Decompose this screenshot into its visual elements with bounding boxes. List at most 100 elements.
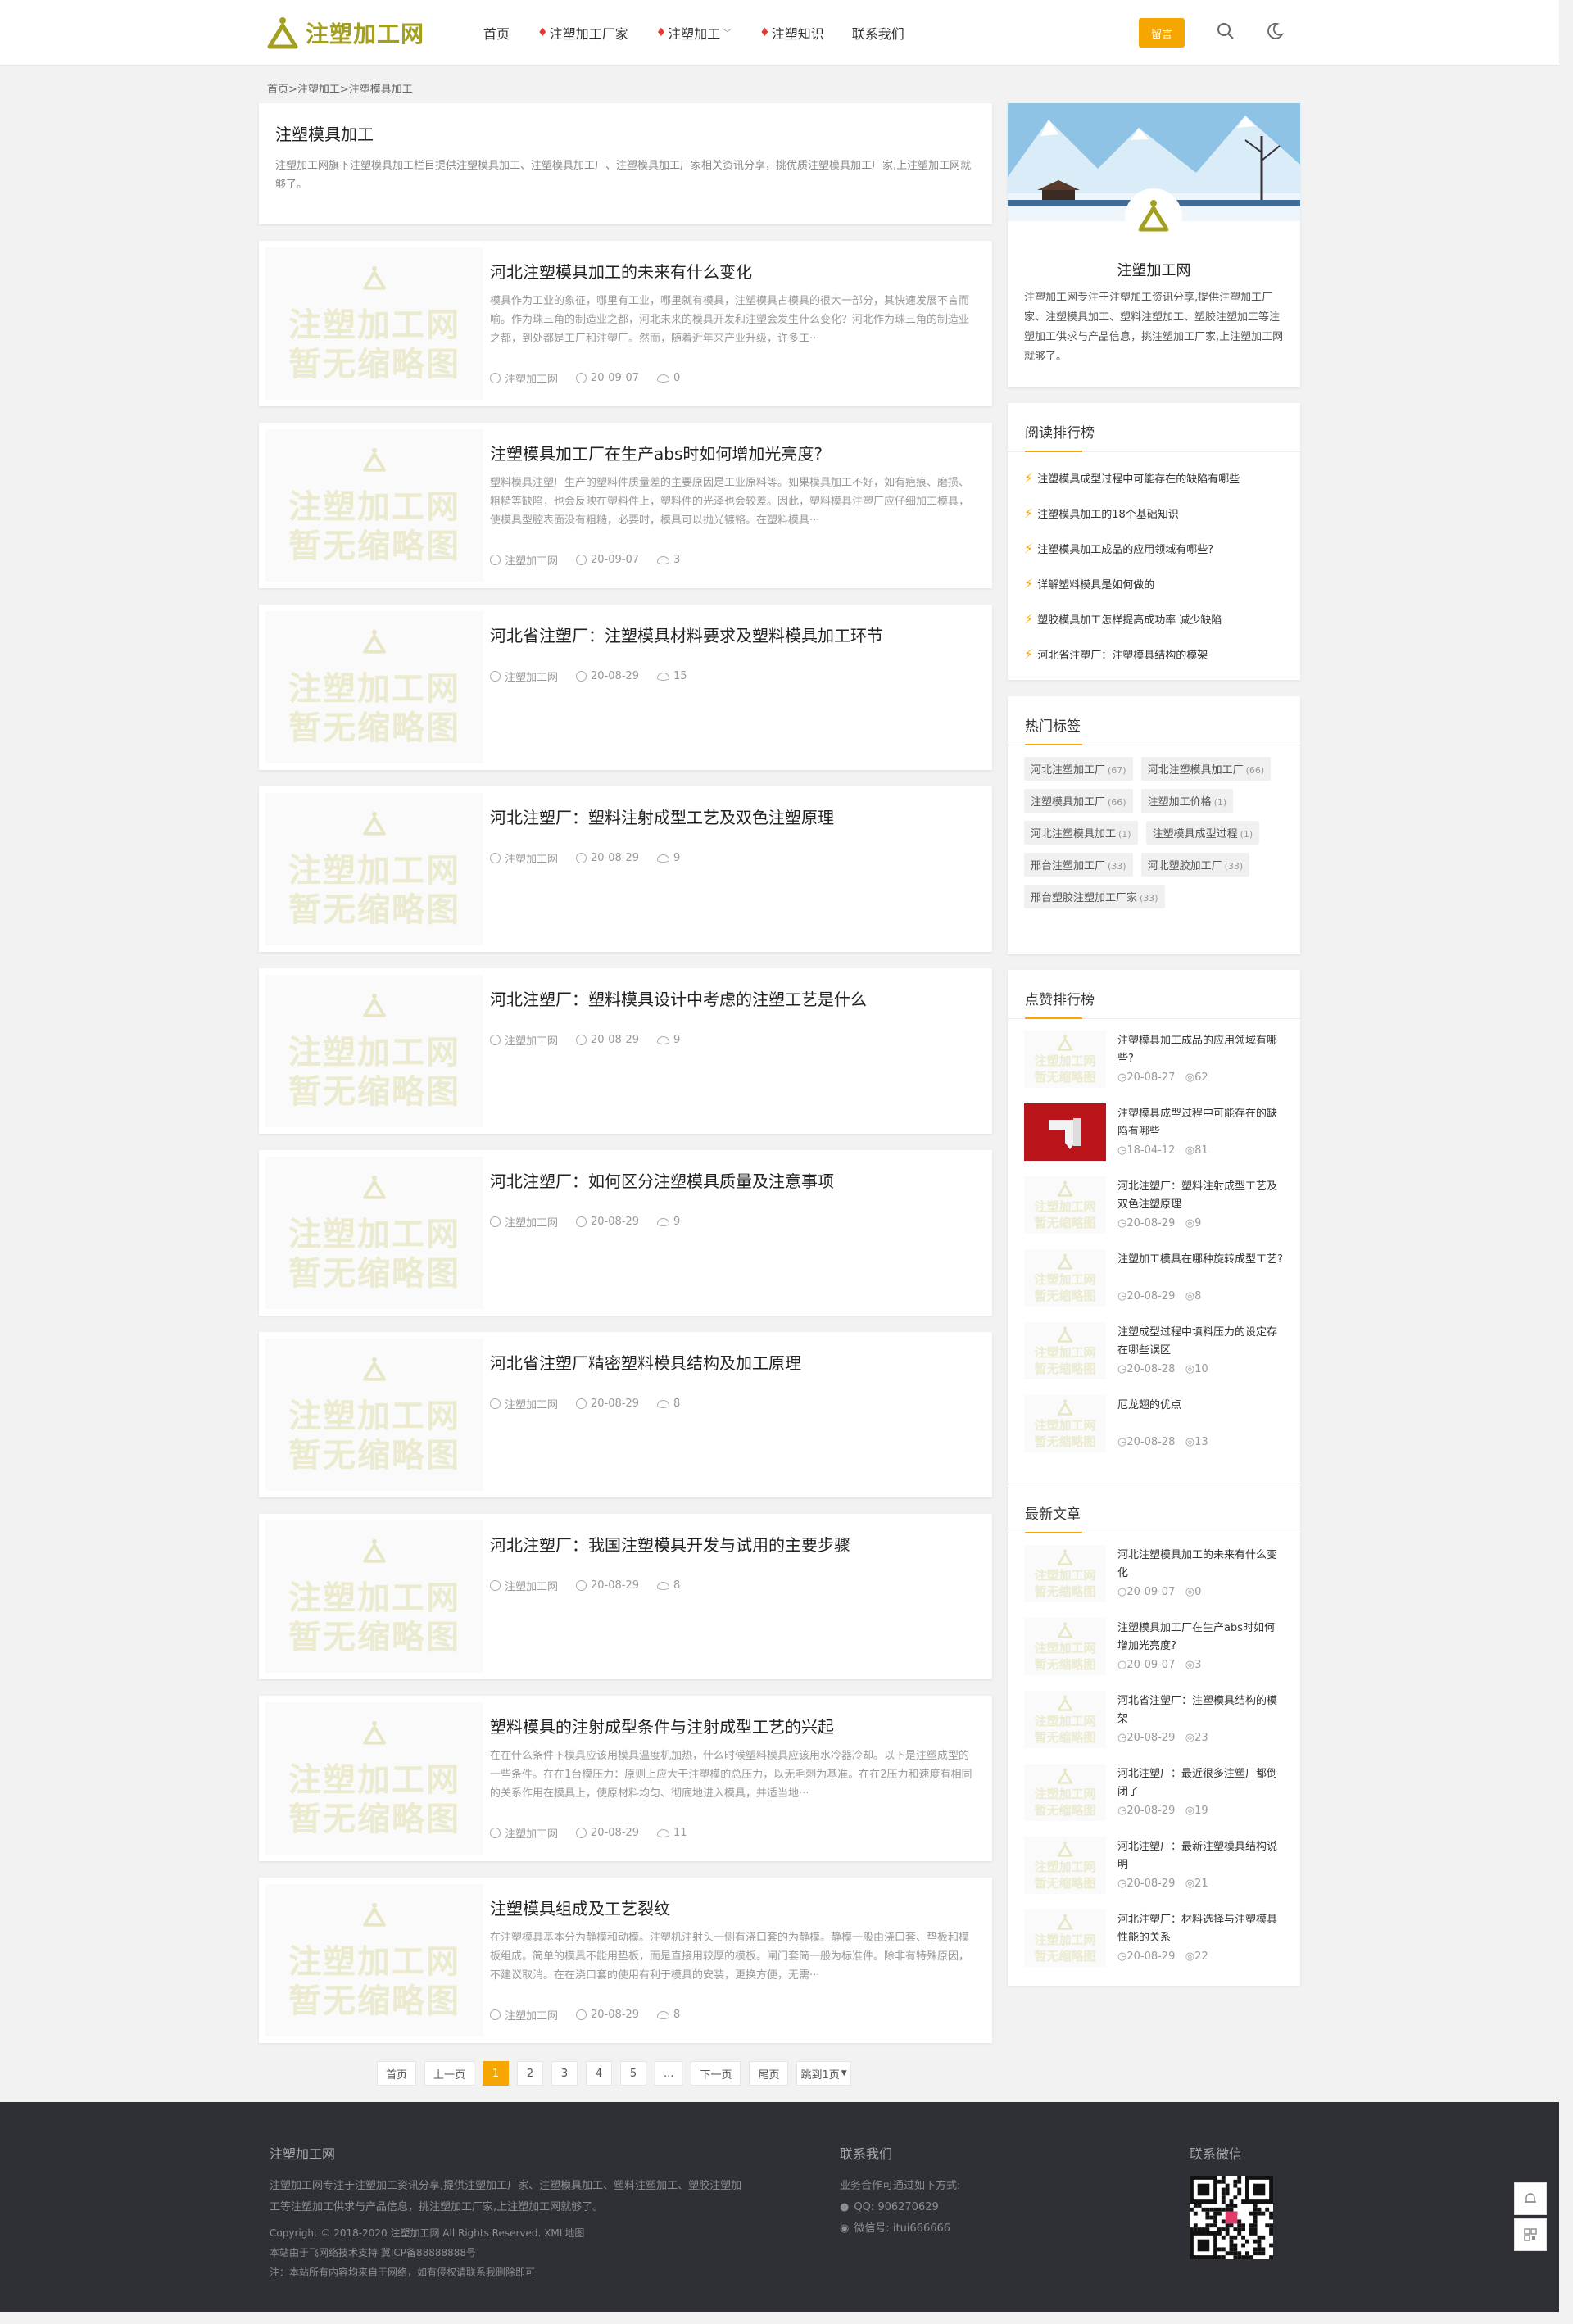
mini-post-title[interactable]: 注塑模具加工厂在生产abs时如何增加光亮度? — [1117, 1620, 1285, 1656]
mini-post-title[interactable]: 注塑模具加工成品的应用领域有哪些? — [1117, 1032, 1285, 1068]
page-number[interactable]: 3 — [551, 2061, 578, 2086]
post-title[interactable]: 注塑模具组成及工艺裂纹 — [490, 1896, 973, 1919]
post-thumbnail[interactable]: 注塑加工网 暂无缩略图 — [1024, 1618, 1106, 1675]
moon-icon[interactable] — [1263, 20, 1286, 43]
mini-post-title[interactable]: 注塑加工模具在哪种旋转成型工艺? — [1117, 1251, 1285, 1287]
nav-home[interactable]: 首页 — [483, 23, 510, 43]
post-author[interactable]: 注塑加工网 — [490, 850, 558, 866]
post-thumbnail[interactable]: 注塑加工网 暂无缩略图 — [1024, 1909, 1106, 1967]
tag-chip[interactable]: 河北注塑模具加工厂 (66) — [1140, 757, 1272, 781]
post-card[interactable]: 注塑加工网 暂无缩略图 河北省注塑厂精密塑料模具结构及加工原理 注塑加工网 20-08-… — [259, 1332, 992, 1497]
post-card[interactable]: 注塑加工网 暂无缩略图 塑料模具的注射成型条件与注射成型工艺的兴起 在在什么条件下模具… — [259, 1696, 992, 1861]
post-thumbnail[interactable]: 注塑加工网 暂无缩略图 — [265, 1339, 483, 1491]
tag-chip[interactable]: 注塑模具加工厂 (66) — [1024, 789, 1133, 813]
post-thumbnail[interactable] — [1024, 1103, 1106, 1161]
post-thumbnail[interactable]: 注塑加工网 暂无缩略图 — [1024, 1691, 1106, 1748]
page-jump-select[interactable]: 跳到1页 ▼ — [796, 2061, 851, 2086]
rank-item[interactable]: ⚡ 注塑模具加工的18个基础知识 — [1024, 496, 1284, 531]
mini-post-title[interactable]: 河北注塑模具加工的未来有什么变化 — [1117, 1547, 1285, 1583]
post-author[interactable]: 注塑加工网 — [490, 1396, 558, 1411]
mini-post[interactable]: 注塑模具成型过程中可能存在的缺陷有哪些 ◷18-04-12 ◎81 — [1024, 1103, 1284, 1176]
post-thumbnail[interactable]: 注塑加工网 暂无缩略图 — [1024, 1249, 1106, 1307]
rank-item[interactable]: ⚡ 塑胶模具加工怎样提高成功率 减少缺陷 — [1024, 601, 1284, 636]
post-thumbnail[interactable]: 注塑加工网 暂无缩略图 — [1024, 1764, 1106, 1821]
nav-processing[interactable]: ♦ 注塑加工 ﹀ — [656, 23, 732, 43]
mini-post[interactable]: 注塑加工网 暂无缩略图 河北注塑厂：最新注塑模具结构说明 ◷20-08-29 ◎21 — [1024, 1837, 1284, 1909]
tag-chip[interactable]: 河北塑胶加工厂 (33) — [1140, 853, 1250, 877]
post-title[interactable]: 河北省注塑厂精密塑料模具结构及加工原理 — [490, 1350, 973, 1374]
post-card[interactable]: 注塑加工网 暂无缩略图 河北省注塑厂：注塑模具材料要求及塑料模具加工环节 注塑加工网 2… — [259, 605, 992, 770]
post-author[interactable]: 注塑加工网 — [490, 1214, 558, 1230]
page-number[interactable]: 1 — [483, 2061, 510, 2086]
post-thumbnail[interactable]: 注塑加工网 暂无缩略图 — [265, 247, 483, 400]
mini-post[interactable]: 注塑加工网 暂无缩略图 河北注塑厂：塑料注射成型工艺及双色注塑原理 ◷20-08-29… — [1024, 1176, 1284, 1249]
post-author[interactable]: 注塑加工网 — [490, 668, 558, 684]
page-number[interactable]: 2 — [517, 2061, 544, 2086]
mini-post-title[interactable]: 河北注塑厂：最近很多注塑厂都倒闭了 — [1117, 1765, 1285, 1801]
breadcrumb[interactable]: 首页>注塑加工>注塑模具加工 — [267, 80, 413, 96]
mini-post[interactable]: 注塑加工网 暂无缩略图 河北注塑模具加工的未来有什么变化 ◷20-09-07 ◎0 — [1024, 1545, 1284, 1618]
tag-chip[interactable]: 邢台注塑加工厂 (33) — [1024, 853, 1133, 877]
qr-code-button[interactable] — [1514, 2218, 1547, 2251]
post-thumbnail[interactable]: 注塑加工网 暂无缩略图 — [1024, 1322, 1106, 1379]
post-title[interactable]: 河北注塑厂：如何区分注塑模具质量及注意事项 — [490, 1168, 973, 1192]
post-thumbnail[interactable]: 注塑加工网 暂无缩略图 — [1024, 1837, 1106, 1894]
post-author[interactable]: 注塑加工网 — [490, 552, 558, 568]
page-prev[interactable]: 上一页 — [424, 2061, 475, 2086]
post-thumbnail[interactable]: 注塑加工网 暂无缩略图 — [265, 611, 483, 763]
post-card[interactable]: 注塑加工网 暂无缩略图 注塑模具加工厂在生产abs时如何增加光亮度? 塑料模具注塑厂生… — [259, 423, 992, 588]
tag-chip[interactable]: 河北注塑模具加工 (1) — [1024, 821, 1138, 845]
rank-item[interactable]: ⚡ 详解塑料模具是如何做的 — [1024, 566, 1284, 601]
rank-item[interactable]: ⚡ 河北省注塑厂：注塑模具结构的模架 — [1024, 636, 1284, 672]
mini-post[interactable]: 注塑加工网 暂无缩略图 注塑加工模具在哪种旋转成型工艺? ◷20-08-29 ◎8 — [1024, 1249, 1284, 1322]
footer-qq[interactable]: ● QQ: 906270629 — [840, 2197, 939, 2218]
nav-contact[interactable]: 联系我们 — [852, 23, 904, 43]
post-card[interactable]: 注塑加工网 暂无缩略图 河北注塑厂：塑料模具设计中考虑的注塑工艺是什么 注塑加工网 20… — [259, 968, 992, 1134]
mini-post-title[interactable]: 厄龙翅的优点 — [1117, 1397, 1285, 1433]
post-title[interactable]: 注塑模具加工厂在生产abs时如何增加光亮度? — [490, 441, 973, 464]
mini-post[interactable]: 注塑加工网 暂无缩略图 河北注塑厂：材料选择与注塑模具性能的关系 ◷20-08-29 … — [1024, 1909, 1284, 1982]
post-card[interactable]: 注塑加工网 暂无缩略图 河北注塑模具加工的未来有什么变化 模具作为工业的象征，哪里有工… — [259, 241, 992, 406]
post-author[interactable]: 注塑加工网 — [490, 1578, 558, 1593]
footer-wechat[interactable]: ◉ 微信号: itui666666 — [840, 2218, 950, 2240]
nav-factory[interactable]: ♦ 注塑加工厂家 — [537, 23, 628, 43]
post-thumbnail[interactable]: 注塑加工网 暂无缩略图 — [1024, 1395, 1106, 1452]
post-author[interactable]: 注塑加工网 — [490, 2007, 558, 2023]
post-title[interactable]: 河北省注塑厂：注塑模具材料要求及塑料模具加工环节 — [490, 623, 973, 646]
post-author[interactable]: 注塑加工网 — [490, 370, 558, 386]
mini-post[interactable]: 注塑加工网 暂无缩略图 河北注塑厂：最近很多注塑厂都倒闭了 ◷20-08-29 ◎19 — [1024, 1764, 1284, 1837]
post-thumbnail[interactable]: 注塑加工网 暂无缩略图 — [1024, 1545, 1106, 1602]
post-thumbnail[interactable]: 注塑加工网 暂无缩略图 — [265, 1157, 483, 1309]
post-card[interactable]: 注塑加工网 暂无缩略图 注塑模具组成及工艺裂纹 在注塑模具基本分为静模和动模。注塑机注… — [259, 1878, 992, 2043]
post-thumbnail[interactable]: 注塑加工网 暂无缩略图 — [265, 1702, 483, 1855]
feedback-button[interactable] — [1514, 2182, 1547, 2215]
tag-chip[interactable]: 注塑模具成型过程 (1) — [1145, 821, 1260, 845]
post-author[interactable]: 注塑加工网 — [490, 1032, 558, 1048]
post-thumbnail[interactable]: 注塑加工网 暂无缩略图 — [265, 1884, 483, 2036]
page-number[interactable]: 4 — [586, 2061, 613, 2086]
mini-post[interactable]: 注塑加工网 暂无缩略图 注塑模具加工厂在生产abs时如何增加光亮度? ◷20-09-0… — [1024, 1618, 1284, 1691]
mini-post-title[interactable]: 河北注塑厂：最新注塑模具结构说明 — [1117, 1838, 1285, 1874]
post-title[interactable]: 河北注塑厂：塑料模具设计中考虑的注塑工艺是什么 — [490, 986, 973, 1010]
page-first[interactable]: 首页 — [377, 2061, 417, 2086]
post-title[interactable]: 河北注塑厂：塑料注射成型工艺及双色注塑原理 — [490, 804, 973, 828]
post-title[interactable]: 河北注塑厂：我国注塑模具开发与试用的主要步骤 — [490, 1532, 973, 1556]
mini-post[interactable]: 注塑加工网 暂无缩略图 注塑成型过程中填料压力的设定存在哪些误区 ◷20-08-28 … — [1024, 1322, 1284, 1395]
post-title[interactable]: 塑料模具的注射成型条件与注射成型工艺的兴起 — [490, 1714, 973, 1737]
site-logo[interactable]: 注塑加工网 — [266, 15, 424, 51]
post-thumbnail[interactable]: 注塑加工网 暂无缩略图 — [265, 1520, 483, 1673]
post-thumbnail[interactable]: 注塑加工网 暂无缩略图 — [265, 429, 483, 582]
post-thumbnail[interactable]: 注塑加工网 暂无缩略图 — [265, 793, 483, 945]
mini-post-title[interactable]: 河北省注塑厂：注塑模具结构的模架 — [1117, 1692, 1285, 1728]
search-icon[interactable] — [1214, 20, 1237, 43]
post-thumbnail[interactable]: 注塑加工网 暂无缩略图 — [1024, 1031, 1106, 1088]
page-number[interactable]: 5 — [620, 2061, 647, 2086]
post-title[interactable]: 河北注塑模具加工的未来有什么变化 — [490, 259, 973, 283]
rank-item[interactable]: ⚡ 注塑模具加工成品的应用领域有哪些? — [1024, 531, 1284, 566]
mini-post-title[interactable]: 注塑模具成型过程中可能存在的缺陷有哪些 — [1117, 1105, 1285, 1141]
mini-post[interactable]: 注塑加工网 暂无缩略图 注塑模具加工成品的应用领域有哪些? ◷20-08-27 ◎62 — [1024, 1031, 1284, 1103]
post-card[interactable]: 注塑加工网 暂无缩略图 河北注塑厂：塑料注射成型工艺及双色注塑原理 注塑加工网 20-0… — [259, 786, 992, 952]
nav-knowledge[interactable]: ♦ 注塑知识 — [759, 23, 824, 43]
tag-chip[interactable]: 邢台塑胶注塑加工厂家 (33) — [1024, 885, 1165, 908]
tag-chip[interactable]: 注塑加工价格 (1) — [1140, 789, 1234, 813]
